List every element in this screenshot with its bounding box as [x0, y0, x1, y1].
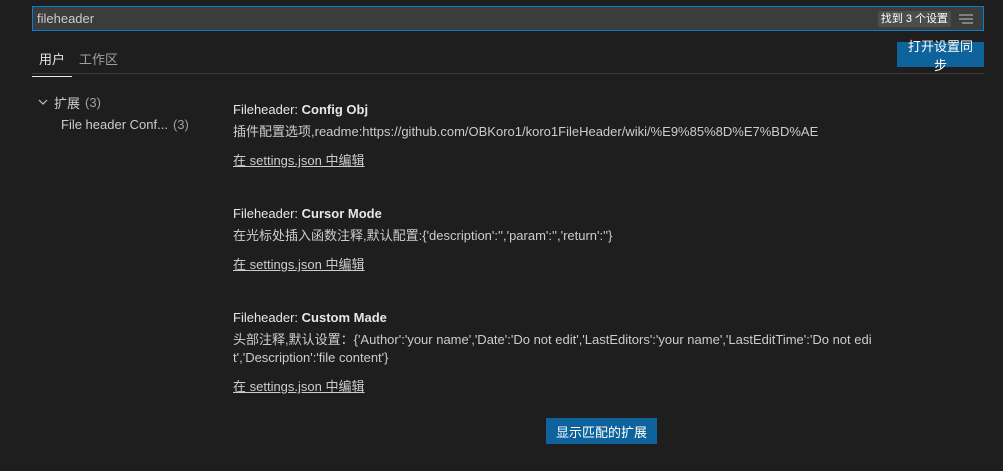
setting-category: Fileheader:	[233, 310, 302, 325]
chevron-down-icon	[36, 95, 50, 109]
setting-config-obj: Fileheader: Config Obj 插件配置选项,readme:htt…	[233, 101, 873, 170]
open-settings-sync-button[interactable]: 打开设置同步	[897, 39, 984, 73]
edit-in-settings-json-link[interactable]: 在 settings.json 中编辑	[233, 378, 365, 396]
tree-item-label: File header Conf...	[61, 116, 168, 132]
setting-title: Fileheader: Cursor Mode	[233, 205, 873, 223]
setting-title: Fileheader: Config Obj	[233, 101, 873, 119]
edit-in-settings-json-link[interactable]: 在 settings.json 中编辑	[233, 256, 365, 274]
tab-divider	[32, 73, 984, 74]
settings-toc-tree: 扩展 (3) File header Conf... (3)	[36, 91, 189, 135]
setting-name: Config Obj	[301, 102, 369, 117]
setting-description: 插件配置选项,readme:https://github.com/OBKoro1…	[233, 124, 819, 139]
setting-description: 在光标处插入函数注释,默认配置:{'description':'','param…	[233, 228, 613, 243]
tree-item-extensions[interactable]: 扩展 (3)	[36, 91, 189, 113]
search-input[interactable]	[33, 7, 878, 30]
setting-name: Custom Made	[301, 310, 387, 325]
setting-category: Fileheader:	[233, 102, 302, 117]
filter-icon[interactable]	[957, 12, 975, 26]
show-matching-extensions-button[interactable]: 显示匹配的扩展	[546, 418, 657, 444]
setting-category: Fileheader:	[233, 206, 302, 221]
setting-custom-made: Fileheader: Custom Made 头部注释,默认设置：{'Auth…	[233, 309, 873, 396]
setting-cursor-mode: Fileheader: Cursor Mode 在光标处插入函数注释,默认配置:…	[233, 205, 873, 274]
tree-item-file-header-config[interactable]: File header Conf... (3)	[36, 113, 189, 135]
setting-title: Fileheader: Custom Made	[233, 309, 873, 327]
tree-item-label: 扩展	[54, 95, 81, 111]
setting-name: Cursor Mode	[301, 206, 382, 221]
settings-search-bar: 找到 3 个设置	[32, 6, 984, 31]
tree-item-count: (3)	[85, 94, 101, 110]
search-result-count: 找到 3 个设置	[877, 10, 951, 27]
edit-in-settings-json-link[interactable]: 在 settings.json 中编辑	[233, 152, 365, 170]
setting-description: 头部注释,默认设置：{'Author':'your name','Date':'…	[233, 332, 872, 365]
tree-item-count: (3)	[172, 116, 189, 132]
